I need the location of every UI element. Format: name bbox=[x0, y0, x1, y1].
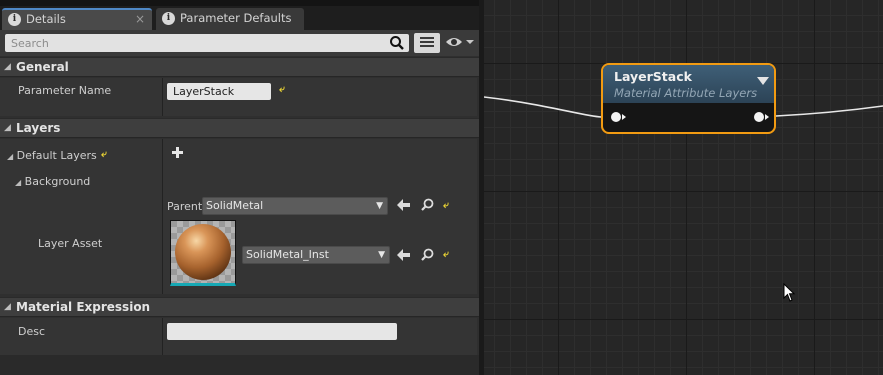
default-layers-label: Default Layers bbox=[16, 149, 97, 162]
layers-properties: ◢ Default Layers ⤶ ◢ Background Parent S… bbox=[0, 139, 477, 294]
parent-dropdown-value: SolidMetal bbox=[206, 199, 264, 212]
browse-magnifier-icon[interactable] bbox=[421, 248, 434, 261]
category-layers[interactable]: ◢ Layers bbox=[0, 118, 480, 138]
search-input[interactable] bbox=[5, 34, 409, 52]
panel-empty-area bbox=[0, 355, 480, 375]
material-expression-properties: Desc bbox=[0, 318, 477, 355]
eye-icon[interactable] bbox=[445, 35, 475, 49]
reset-to-default-icon[interactable]: ⤶ bbox=[443, 200, 449, 211]
background-row[interactable]: ◢ Background bbox=[15, 175, 90, 188]
details-panel: i Details × i Parameter Defaults ◢ Gener… bbox=[0, 0, 480, 375]
background-label: Background bbox=[24, 175, 91, 188]
parent-dropdown[interactable]: SolidMetal ▼ bbox=[202, 197, 388, 215]
mouse-cursor-icon bbox=[783, 283, 796, 302]
plus-icon[interactable] bbox=[172, 147, 183, 158]
view-options-button[interactable] bbox=[414, 33, 440, 53]
default-layers-row[interactable]: ◢ Default Layers bbox=[7, 149, 97, 162]
collapse-arrow-icon[interactable]: ◢ bbox=[4, 123, 11, 133]
magnifier-icon[interactable] bbox=[389, 35, 405, 51]
search-bar bbox=[0, 30, 480, 56]
tab-parameter-defaults-label: Parameter Defaults bbox=[180, 11, 292, 25]
tab-details-label: Details bbox=[26, 12, 66, 26]
desc-field[interactable] bbox=[167, 323, 397, 340]
general-properties: Parameter Name LayerStack ⤶ bbox=[0, 78, 477, 116]
tab-bar: i Details × i Parameter Defaults bbox=[0, 6, 480, 30]
desc-label: Desc bbox=[18, 325, 46, 338]
layer-asset-dropdown-value: SolidMetal_Inst bbox=[246, 248, 329, 261]
connection-wires bbox=[484, 96, 883, 118]
layer-asset-thumbnail[interactable] bbox=[170, 220, 236, 286]
info-icon: i bbox=[8, 13, 21, 26]
left-arrow-icon[interactable] bbox=[397, 249, 410, 261]
tab-details[interactable]: i Details × bbox=[2, 8, 152, 30]
parent-label: Parent bbox=[167, 200, 203, 213]
collapse-arrow-icon[interactable]: ◢ bbox=[4, 302, 11, 312]
chevron-down-icon: ▼ bbox=[378, 250, 385, 260]
category-general[interactable]: ◢ General bbox=[0, 57, 480, 77]
reset-to-default-icon[interactable]: ⤶ bbox=[443, 249, 449, 260]
tab-parameter-defaults[interactable]: i Parameter Defaults bbox=[156, 8, 304, 30]
collapse-arrow-icon: ◢ bbox=[15, 178, 22, 187]
category-material-expression[interactable]: ◢ Material Expression bbox=[0, 297, 480, 317]
left-arrow-icon[interactable] bbox=[397, 199, 410, 211]
category-general-title: General bbox=[16, 60, 69, 74]
category-layers-title: Layers bbox=[16, 121, 61, 135]
layer-asset-label: Layer Asset bbox=[38, 237, 103, 250]
reset-to-default-icon[interactable]: ⤶ bbox=[279, 84, 285, 95]
category-material-expression-title: Material Expression bbox=[16, 300, 151, 314]
info-icon: i bbox=[162, 12, 175, 25]
chevron-down-icon: ▼ bbox=[376, 201, 383, 211]
browse-magnifier-icon[interactable] bbox=[421, 198, 434, 211]
collapse-arrow-icon[interactable]: ◢ bbox=[4, 62, 11, 72]
reset-to-default-icon[interactable]: ⤶ bbox=[101, 149, 107, 160]
layer-asset-dropdown[interactable]: SolidMetal_Inst ▼ bbox=[242, 246, 390, 264]
parameter-name-field[interactable]: LayerStack bbox=[167, 83, 271, 100]
material-sphere-preview bbox=[175, 224, 231, 280]
close-icon[interactable]: × bbox=[135, 10, 145, 29]
collapse-arrow-icon: ◢ bbox=[7, 152, 14, 161]
parameter-name-label: Parameter Name bbox=[18, 84, 112, 97]
